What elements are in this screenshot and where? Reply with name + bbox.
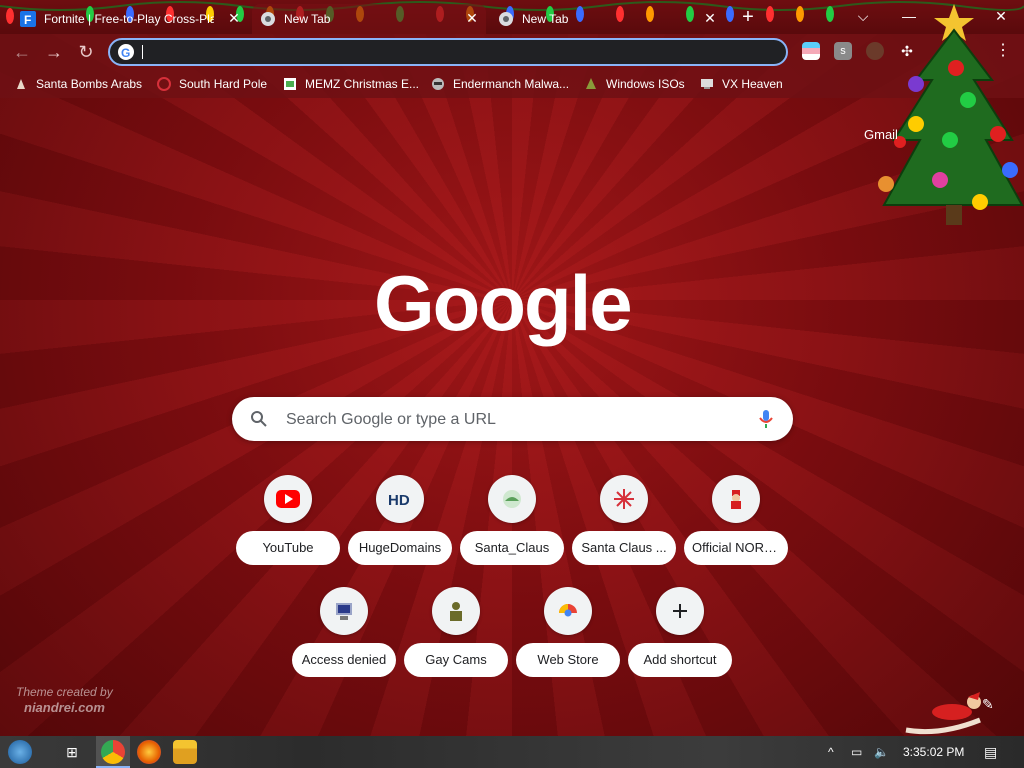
network-icon[interactable]: ▭ [851,736,862,768]
santa-claus-icon [488,475,536,523]
shortcut-access-denied[interactable]: Access denied [292,587,396,679]
bookmark-vx-heaven[interactable]: VX Heaven [700,76,783,92]
windows-taskbar: ⊞ ^ ▭ 🔈 3:35:02 PM ▤ [0,736,1024,768]
tree-icon [584,77,598,91]
show-hidden-icons-chevron-icon[interactable]: ^ [828,736,834,768]
shortcut-label: Access denied [292,643,396,677]
svg-text:Google: Google [374,262,631,347]
tab-title: New Tab [284,12,331,26]
svg-text:F: F [24,13,31,27]
shortcut-add-shortcut[interactable]: Add shortcut [628,587,732,679]
tab-new-tab[interactable]: New Tab ✕ [498,4,724,34]
s-extension-icon[interactable]: s [834,42,852,60]
bookmark-icon [14,77,28,91]
snowflake-icon [157,77,171,91]
shortcut-label: Santa Claus ... [572,531,676,565]
shortcut-label: Gay Cams [404,643,508,677]
tab-fortnite[interactable]: F Fortnite | Free-to-Play Cross-Plat ✕ [20,4,248,34]
tab-title: New Tab [522,12,569,26]
hd-icon: HD [376,475,424,523]
bookmark-label: Endermanch Malwa... [453,77,570,91]
snowflake-icon [600,475,648,523]
text-cursor [142,45,143,59]
credit-site: niandrei.com [24,700,105,715]
shortcut-label: Official NORA... [684,531,788,565]
address-input[interactable] [144,42,768,64]
webstore-icon [544,587,592,635]
bookmark-santa-bombs-arabs[interactable]: Santa Bombs Arabs [14,76,142,92]
bookmark-label: South Hard Pole [179,77,268,91]
santa-icon [712,475,760,523]
shortcut-youtube[interactable]: YouTube [236,475,340,567]
firefox-taskbar-icon[interactable] [137,740,161,764]
shortcut-official-norad[interactable]: Official NORA... [684,475,788,567]
chrome-icon [260,11,276,27]
shortcut-label: Santa_Claus [460,531,564,565]
svg-text:G: G [121,46,130,60]
clock[interactable]: 3:35:02 PM [903,736,964,768]
bookmark-label: Santa Bombs Arabs [36,77,143,91]
shortcut-santa-claus-2[interactable]: Santa Claus ... [572,475,676,567]
close-icon[interactable]: ✕ [226,10,242,26]
reload-icon[interactable]: ↻ [74,40,98,64]
forward-arrow-icon[interactable]: → [42,40,66,64]
credit-line: Theme created by [16,685,113,699]
start-button-icon[interactable] [8,740,32,764]
bookmark-memz-christmas[interactable]: MEMZ Christmas E... [283,76,419,92]
file-explorer-icon[interactable] [173,740,197,764]
search-icon [250,410,268,428]
flag-extension-icon[interactable] [802,42,820,60]
chrome-icon [498,11,514,27]
christmas-tree-decoration [878,4,1024,225]
shortcut-label: YouTube [236,531,340,565]
page-icon [283,77,297,91]
computer-icon [320,587,368,635]
address-bar[interactable]: G [108,38,788,66]
bookmark-label: Windows ISOs [606,77,685,91]
volume-icon[interactable]: 🔈 [874,736,889,768]
bookmark-label: VX Heaven [722,77,783,91]
google-g-icon: G [118,44,134,60]
fortnite-icon: F [20,11,36,27]
svg-text:HD: HD [388,492,410,508]
theme-credit: Theme created by niandrei.com [16,684,113,716]
bookmark-south-hard-pole[interactable]: South Hard Pole [157,76,267,92]
action-center-icon[interactable]: ▤ [984,736,997,768]
shortcut-label: Web Store [516,643,620,677]
back-arrow-icon[interactable]: ← [10,40,34,64]
search-box[interactable] [232,397,793,441]
tab-title: Fortnite | Free-to-Play Cross-Plat [44,12,214,26]
bookmark-label: MEMZ Christmas E... [305,77,420,91]
shortcut-gay-cams[interactable]: Gay Cams [404,587,508,679]
bookmark-endermanch-malware[interactable]: Endermanch Malwa... [431,76,569,92]
customize-pencil-icon[interactable]: ✎ [982,696,1000,714]
search-input[interactable] [284,407,728,433]
task-view-icon[interactable]: ⊞ [60,740,84,764]
google-logo: Google [374,262,633,347]
shortcut-santa-claus-1[interactable]: Santa_Claus [460,475,564,567]
close-icon[interactable]: ✕ [702,10,718,26]
people-icon [432,587,480,635]
shortcut-label: Add shortcut [628,643,732,677]
shortcut-hugedomains[interactable]: HD HugeDomains [348,475,452,567]
computer-icon [700,77,714,91]
microphone-icon[interactable] [759,409,773,429]
shortcut-web-store[interactable]: Web Store [516,587,620,679]
close-icon[interactable]: ✕ [464,10,480,26]
shortcut-label: HugeDomains [348,531,452,565]
raccoon-icon [431,77,445,91]
gmail-link[interactable]: Gmail [864,127,898,142]
chrome-taskbar-icon[interactable] [101,740,125,764]
bookmark-windows-isos[interactable]: Windows ISOs [584,76,685,92]
plus-icon [656,587,704,635]
youtube-icon [264,475,312,523]
new-tab-button[interactable]: + [738,7,758,27]
tab-new-tab-active[interactable]: New Tab ✕ [252,4,486,34]
